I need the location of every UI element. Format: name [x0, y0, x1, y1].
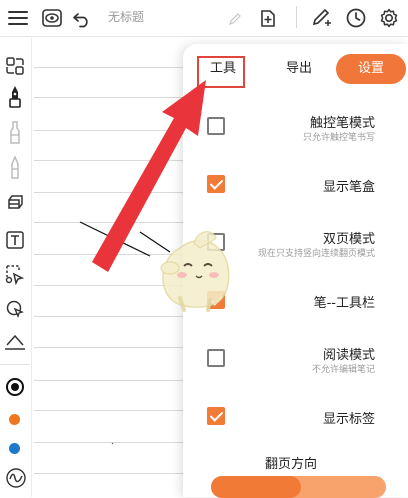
option-show-tags[interactable]: 显示标签 [183, 388, 408, 444]
show-tags-checkbox[interactable] [207, 407, 225, 425]
tab-export[interactable]: 导出 [269, 54, 329, 84]
tools-tab-highlight [197, 56, 245, 88]
reading-mode-checkbox[interactable] [207, 349, 225, 367]
page-direction-selected [211, 476, 301, 498]
option-label: 触控笔模式 [309, 116, 375, 131]
option-subtitle: 只允许触控笔书写 [302, 133, 375, 143]
option-stylus-mode[interactable]: 触控笔模式 只允许触控笔书写 [183, 98, 408, 154]
page-direction-toggle[interactable] [211, 476, 386, 498]
option-subtitle: 现在只支持竖向连续翻页模式 [257, 249, 375, 259]
option-label: 显示标签 [322, 412, 375, 427]
option-show-penbox[interactable]: 显示笔盒 [183, 156, 408, 212]
option-reading-mode[interactable]: 阅读模式 不允许编辑笔记 [183, 330, 408, 386]
option-subtitle: 不允许编辑笔记 [311, 365, 375, 375]
option-label: 笔--工具栏 [313, 296, 375, 311]
pen-settings-icon[interactable] [310, 6, 334, 30]
mascot-sticker [160, 231, 230, 312]
gear-icon[interactable] [377, 6, 401, 30]
add-page-icon[interactable] [256, 6, 280, 30]
toolbar-divider [296, 6, 297, 28]
stylus-mode-checkbox[interactable] [207, 117, 225, 135]
option-label: 显示笔盒 [322, 180, 375, 195]
edit-title-icon[interactable] [228, 10, 242, 34]
option-label: 阅读模式 [322, 348, 375, 363]
show-penbox-checkbox[interactable] [207, 175, 225, 193]
clock-icon[interactable] [344, 6, 368, 30]
page-direction-label: 翻页方向 [265, 457, 318, 472]
option-label: 双页模式 [322, 232, 375, 247]
tab-settings[interactable]: 设置 [336, 54, 406, 84]
